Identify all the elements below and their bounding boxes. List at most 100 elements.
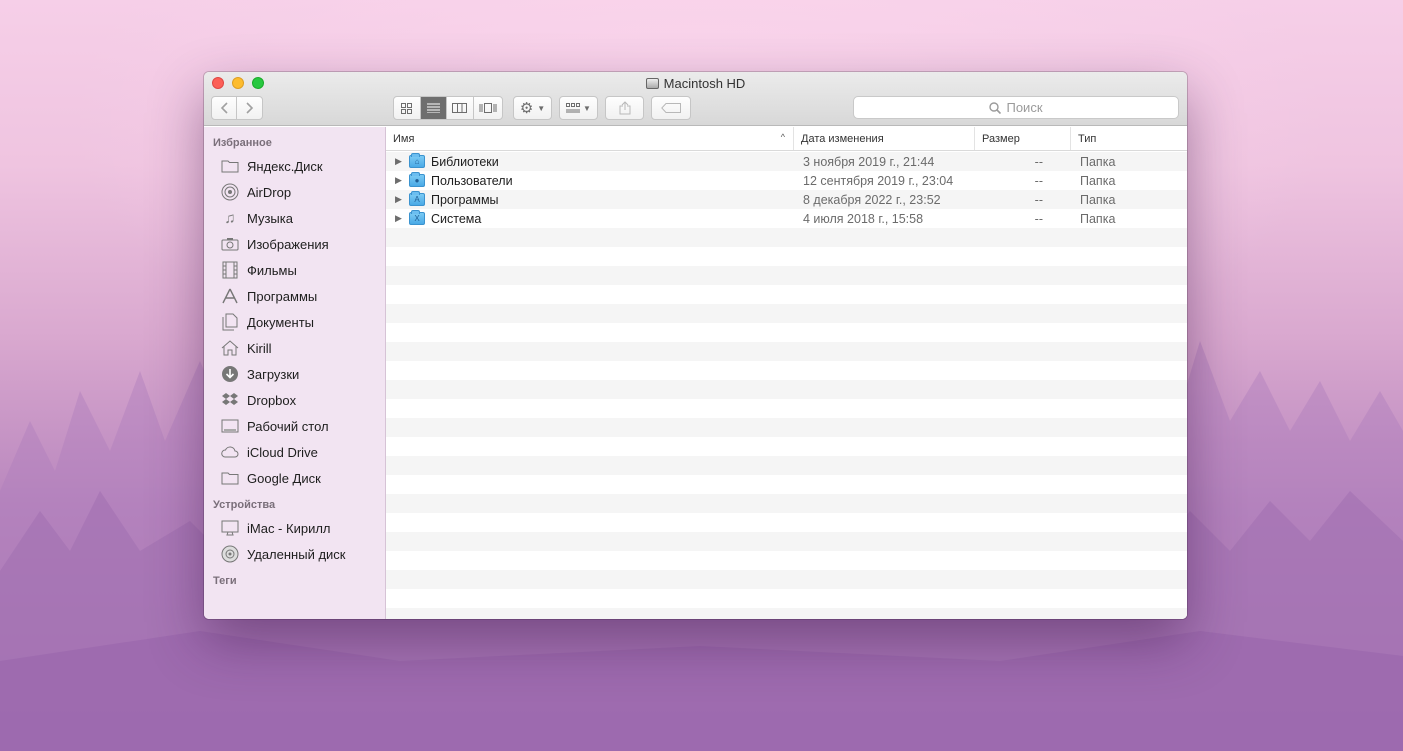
icon-view-button[interactable] [394,97,421,119]
sidebar-item-pictures[interactable]: Изображения [204,231,385,257]
sidebar-item-icloud[interactable]: iCloud Drive [204,439,385,465]
file-size: -- [1034,192,1043,207]
arrange-menu-button[interactable]: ▼ [559,96,598,120]
users-folder-icon: ● [409,172,425,187]
music-icon: ♫ [224,209,236,227]
tag-icon [661,103,681,113]
sidebar-item-label: Документы [247,314,315,330]
file-size: -- [1034,173,1043,188]
toolbar: ⚙ ▼ ▼ Поиск [211,96,1179,120]
file-size: -- [1034,211,1043,226]
sidebar-item-label: iCloud Drive [247,444,318,460]
share-button[interactable] [605,96,644,120]
sidebar-item-label: Программы [247,288,318,304]
column-view-button[interactable] [447,97,474,119]
sidebar-item-downloads[interactable]: Загрузки [204,361,385,387]
sidebar-item-movies[interactable]: Фильмы [204,257,385,283]
chevron-down-icon: ▼ [583,103,591,113]
sidebar-item-music[interactable]: ♫ Музыка [204,205,385,231]
hard-disk-icon [645,78,659,89]
file-rows: ▶ ⌂ Библиотеки 3 ноября 2019 г., 21:44 -… [386,152,1187,619]
column-header-kind[interactable]: Тип [1071,127,1187,150]
titlebar: Macintosh HD ⚙ ▼ ▼ Поиск [204,72,1187,126]
gallery-view-button[interactable] [474,97,502,119]
disclosure-triangle-icon[interactable]: ▶ [395,194,403,205]
camera-icon [220,235,240,253]
column-header-name[interactable]: Имя ^ [386,127,794,150]
sidebar-item-label: AirDrop [247,184,292,200]
sidebar-item-label: Загрузки [247,366,300,382]
columns-icon [452,103,468,113]
file-date: 8 декабря 2022 г., 23:52 [803,192,941,207]
applications-folder-icon: A [409,191,425,206]
file-date: 12 сентября 2019 г., 23:04 [803,173,954,188]
search-placeholder: Поиск [1006,100,1043,115]
sidebar-item-applications[interactable]: Программы [204,283,385,309]
column-header-size[interactable]: Размер [975,127,1071,150]
view-mode-control [393,96,503,120]
file-kind: Папка [1080,154,1116,169]
sidebar-item-dropbox[interactable]: Dropbox [204,387,385,413]
chevron-right-icon [245,102,253,114]
sidebar-item-label: Kirill [247,340,272,356]
table-row[interactable]: ▶ ● Пользователи 12 сентября 2019 г., 23… [386,171,1187,190]
desktop-icon [220,417,240,435]
sidebar-section-devices: Устройства [213,499,276,511]
action-menu-button[interactable]: ⚙ ▼ [513,96,552,120]
list-icon [426,103,440,113]
sidebar-item-label: Яндекс.Диск [247,158,323,174]
airdrop-icon [220,183,240,201]
library-folder-icon: ⌂ [409,153,425,168]
file-name: Библиотеки [431,154,499,169]
tags-button[interactable] [651,96,691,120]
table-row[interactable]: ▶ A Программы 8 декабря 2022 г., 23:52 -… [386,190,1187,209]
search-field[interactable]: Поиск [853,96,1179,119]
cover-flow-icon [479,103,497,113]
sidebar-item-label: Музыка [247,210,293,226]
chevron-down-icon: ▼ [537,103,546,113]
sidebar-item-imac[interactable]: iMac - Кирилл [204,515,385,541]
sidebar-item-label: iMac - Кирилл [247,520,331,536]
file-name: Пользователи [431,173,513,188]
download-icon [220,365,240,383]
folder-icon [220,469,240,487]
file-date: 4 июля 2018 г., 15:58 [803,211,924,226]
file-kind: Папка [1080,211,1116,226]
window-title: Macintosh HD [204,76,1187,91]
disclosure-triangle-icon[interactable]: ▶ [395,175,403,186]
sidebar: Избранное Яндекс.Диск AirDrop ♫ Музыка И… [204,127,386,619]
system-folder-icon: X [409,210,425,225]
dropbox-icon [220,391,240,409]
sidebar-item-label: Рабочий стол [247,418,329,434]
share-icon [619,101,630,115]
sidebar-item-google-drive[interactable]: Google Диск [204,465,385,491]
film-icon [220,261,240,279]
column-header-date[interactable]: Дата изменения [794,127,975,150]
sidebar-item-label: Удаленный диск [247,546,346,562]
back-button[interactable] [212,97,238,119]
cloud-icon [220,443,240,461]
sidebar-item-home[interactable]: Kirill [204,335,385,361]
imac-icon [220,519,240,537]
forward-button[interactable] [237,97,262,119]
table-row[interactable]: ▶ X Система 4 июля 2018 г., 15:58 -- Пап… [386,209,1187,228]
sidebar-item-airdrop[interactable]: AirDrop [204,179,385,205]
grid-icon [401,102,413,114]
finder-window: Macintosh HD ⚙ ▼ ▼ Поиск Избранное Яндек… [204,72,1187,619]
sidebar-item-remote-disc[interactable]: Удаленный диск [204,541,385,567]
disclosure-triangle-icon[interactable]: ▶ [395,213,403,224]
file-date: 3 ноября 2019 г., 21:44 [803,154,935,169]
sidebar-section-favorites: Избранное [213,137,272,149]
file-name: Система [431,211,482,226]
sidebar-item-desktop[interactable]: Рабочий стол [204,413,385,439]
sidebar-item-documents[interactable]: Документы [204,309,385,335]
table-row[interactable]: ▶ ⌂ Библиотеки 3 ноября 2019 г., 21:44 -… [386,152,1187,171]
file-list: Имя ^ Дата изменения Размер Тип ▶ ⌂ Библ… [386,127,1187,619]
sidebar-item-yandex-disk[interactable]: Яндекс.Диск [204,153,385,179]
sidebar-item-label: Фильмы [247,262,297,278]
sidebar-item-label: Google Диск [247,470,321,486]
apps-icon [220,287,240,305]
sidebar-section-tags: Теги [213,575,237,587]
list-view-button[interactable] [420,97,448,119]
disclosure-triangle-icon[interactable]: ▶ [395,156,403,167]
